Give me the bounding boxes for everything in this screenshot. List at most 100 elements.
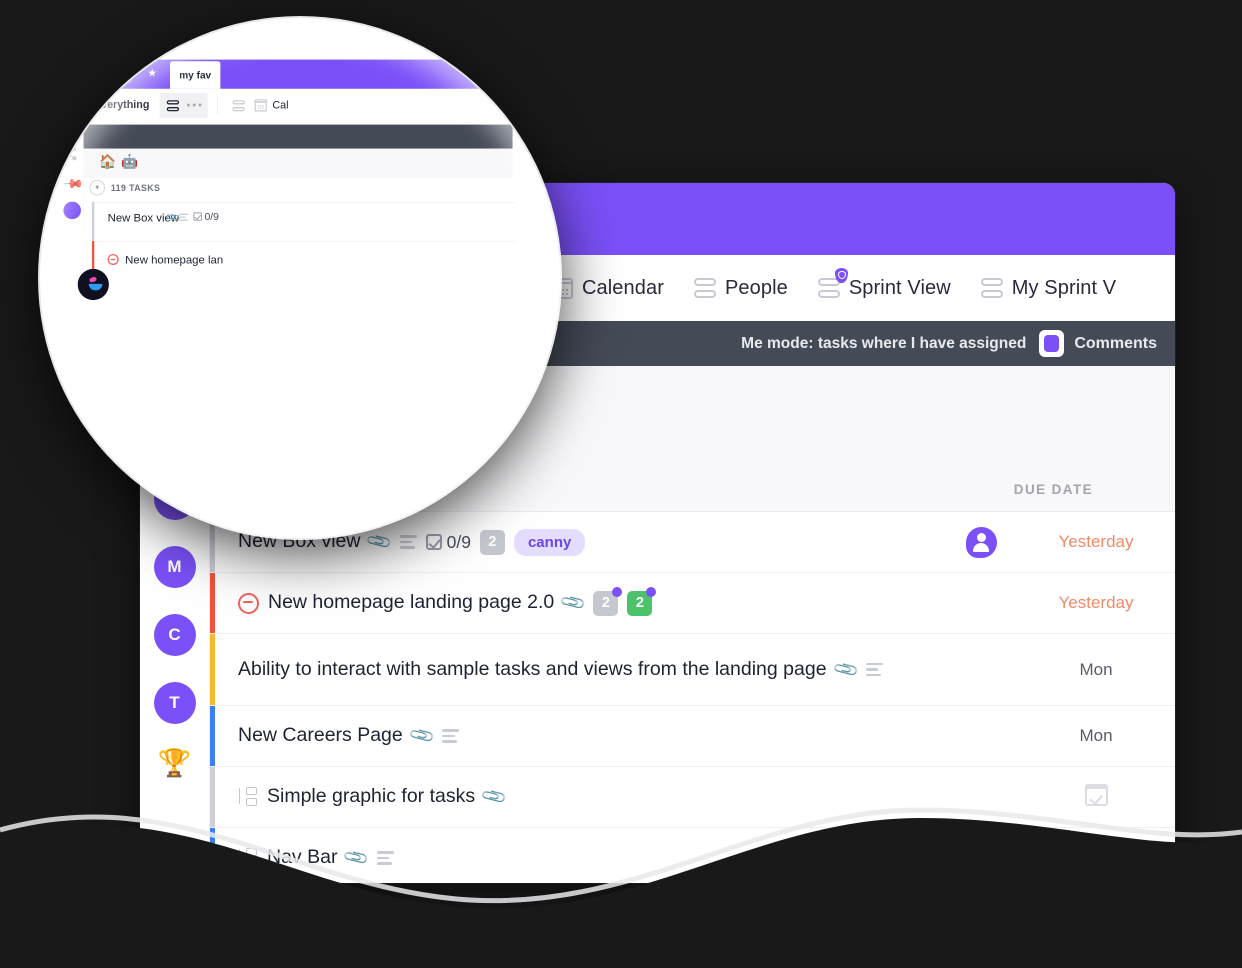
attachment-icon[interactable]: 📎 — [480, 783, 509, 812]
trophy-icon[interactable]: 🏆 — [158, 750, 192, 777]
description-icon — [376, 851, 394, 865]
table-row[interactable]: New homepage landing page 2.0 📎 2 2 Yest… — [210, 573, 1175, 634]
assignee-cell[interactable] — [939, 526, 1023, 558]
checklist-indicator: 0/9 — [425, 532, 471, 553]
due-date-cell[interactable]: Yesterday — [1023, 532, 1175, 552]
comments-checkbox-icon[interactable] — [1039, 330, 1065, 357]
status-bar — [210, 767, 215, 827]
assignee-avatar-icon[interactable] — [965, 842, 997, 874]
task-title[interactable]: New homepage lan — [125, 253, 223, 266]
column-header-due-date: DUE DATE — [1013, 482, 1093, 497]
pin-icon[interactable]: 📌 — [63, 173, 85, 195]
tab-my-fav[interactable]: my fav — [170, 61, 221, 89]
calendar-label-partial: Cal — [272, 98, 289, 111]
task-title[interactable]: Nav Bar — [267, 843, 337, 872]
apps-grid-icon[interactable] — [64, 115, 78, 129]
description-icon — [179, 213, 189, 221]
table-row[interactable]: New Careers Page 📎 Mon — [210, 706, 1175, 767]
assignee-cell[interactable] — [939, 842, 1023, 874]
tab-label: my fav — [179, 69, 212, 81]
task-title[interactable]: Simple graphic for tasks — [267, 782, 475, 811]
view-tab-people[interactable]: People — [693, 277, 788, 300]
calendar-check-icon[interactable] — [1084, 844, 1108, 867]
attachment-icon[interactable]: 📎 — [832, 655, 861, 684]
inbox-tray-icon — [85, 70, 95, 78]
calendar-icon[interactable] — [254, 99, 267, 112]
attachment-icon[interactable]: 📎 — [408, 722, 437, 751]
due-date-cell[interactable]: Yesterday — [1023, 593, 1175, 613]
status-bar — [210, 573, 215, 633]
page-title: Everything — [93, 98, 150, 111]
task-count-label: 119 TASKS — [110, 183, 161, 193]
avatar[interactable]: C — [153, 614, 196, 656]
clickup-logo-icon[interactable] — [48, 64, 68, 85]
view-tab-calendar[interactable]: Calendar — [552, 277, 664, 300]
ellipsis-icon[interactable] — [186, 103, 202, 107]
blocked-icon — [238, 592, 259, 614]
task-title[interactable]: New Careers Page — [238, 721, 403, 750]
avatar[interactable]: T — [153, 682, 196, 724]
task-main: New Careers Page 📎 — [210, 721, 939, 750]
assignee-avatar-icon[interactable] — [965, 526, 997, 558]
toolbar-divider — [217, 96, 218, 115]
list-view-icon — [817, 267, 848, 298]
blocked-icon — [107, 253, 119, 265]
checklist-count: 0/9 — [204, 210, 219, 223]
status-bar — [210, 706, 215, 766]
task-title[interactable]: New homepage landing page 2.0 — [268, 588, 554, 617]
table-row[interactable]: Nav Bar 📎 — [210, 828, 1175, 883]
checklist-indicator: 0/9 — [193, 210, 219, 222]
checkbox-icon — [425, 534, 442, 550]
list-view-icon[interactable] — [232, 100, 245, 112]
status-bar — [92, 201, 95, 241]
screenshot-stage: Calendar People Sprint View My Sprint V … — [0, 0, 1242, 968]
attachment-icon[interactable]: 📎 — [559, 589, 588, 618]
list-view-icon — [980, 278, 1003, 298]
task-tag[interactable]: canny — [513, 528, 586, 556]
due-date-cell[interactable] — [1023, 844, 1175, 872]
avatar[interactable]: M — [153, 546, 196, 588]
home-icon[interactable]: 🏠 — [99, 154, 116, 169]
me-mode-text: Me mode: tasks where I have assigned — [741, 334, 1027, 352]
view-tab-label: Calendar — [582, 276, 664, 299]
clickup-mark-icon — [77, 268, 109, 301]
count-badge[interactable]: 2 — [593, 586, 623, 616]
task-main: Ability to interact with sample tasks an… — [210, 655, 939, 684]
comments-label: Comments — [1074, 334, 1157, 352]
inbox-button[interactable]: Inbox — [78, 64, 133, 84]
share-icon[interactable] — [63, 146, 77, 161]
count-badge[interactable]: 2 — [627, 586, 657, 616]
status-bar — [210, 634, 215, 705]
calendar-check-icon[interactable] — [1084, 783, 1108, 806]
task-title[interactable]: Ability to interact with sample tasks an… — [238, 655, 827, 684]
list-view-icon — [693, 278, 716, 298]
task-main: Nav Bar 📎 — [210, 843, 939, 872]
view-tab-sprint-view[interactable]: Sprint View — [817, 267, 951, 300]
subtask-icon — [238, 848, 258, 868]
comments-toggle[interactable]: Comments — [1039, 330, 1157, 357]
view-tab-label: My Sprint V — [1011, 276, 1117, 299]
star-icon[interactable]: ★ — [147, 67, 157, 78]
chevron-down-icon[interactable]: ▼ — [89, 179, 105, 196]
table-row[interactable]: Ability to interact with sample tasks an… — [210, 634, 1175, 706]
due-date-cell[interactable]: Mon — [1023, 726, 1175, 746]
avatar[interactable] — [63, 201, 81, 220]
attachment-icon[interactable]: 📎 — [343, 844, 372, 873]
magnifier-content: Inbox ★ my fav Everything Cal 🏠 🤖 📌 ▼ 11… — [40, 18, 560, 376]
count-badge[interactable]: 2 — [479, 529, 505, 555]
inbox-label: Inbox — [99, 68, 126, 80]
view-tab-label: Sprint View — [848, 276, 951, 299]
due-date-cell[interactable] — [1023, 783, 1175, 811]
robot-icon[interactable]: 🤖 — [121, 154, 138, 169]
description-icon — [399, 535, 417, 549]
attachment-icon[interactable]: 📎 — [366, 528, 395, 557]
due-date-cell[interactable]: Mon — [1023, 660, 1175, 680]
task-main: New homepage landing page 2.0 📎 2 2 — [210, 586, 939, 618]
table-row[interactable]: Simple graphic for tasks 📎 — [210, 767, 1175, 828]
sprint-shield-icon — [834, 267, 848, 283]
subtask-icon — [238, 787, 258, 807]
view-tab-my-sprint-view[interactable]: My Sprint V — [980, 276, 1117, 300]
checkbox-icon — [193, 212, 202, 221]
list-view-icon — [166, 100, 180, 112]
task-main: Simple graphic for tasks 📎 — [210, 782, 939, 811]
